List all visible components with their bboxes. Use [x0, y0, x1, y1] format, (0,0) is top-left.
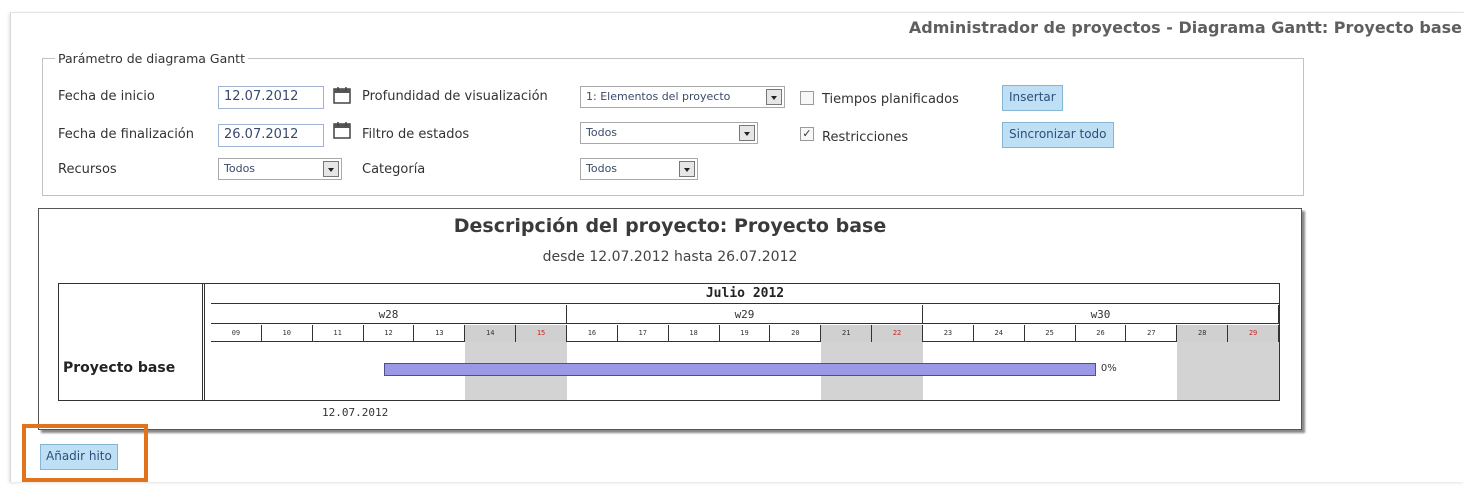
end-date-label: Fecha de finalización	[58, 127, 194, 142]
chart-subtitle: desde 12.07.2012 hasta 26.07.2012	[542, 249, 798, 265]
row-name: Proyecto base	[63, 360, 176, 376]
planned-times-checkbox[interactable]	[800, 91, 814, 105]
day-cell: 22	[872, 325, 923, 342]
depth-select[interactable]: 1: Elementos del proyecto	[580, 86, 785, 108]
chevron-down-icon[interactable]	[766, 89, 782, 105]
resources-label: Recursos	[58, 162, 117, 177]
resources-select-value: Todos	[224, 162, 256, 175]
day-cell: 12	[364, 325, 415, 342]
day-cell: 11	[313, 325, 364, 342]
parameters-legend: Parámetro de diagrama Gantt	[55, 51, 248, 66]
chevron-down-icon[interactable]	[679, 161, 695, 177]
week-cell: w30	[923, 305, 1279, 324]
resources-select[interactable]: Todos	[218, 158, 342, 180]
day-cell: 17	[618, 325, 669, 342]
day-cell: 29	[1228, 325, 1279, 342]
row-name-cell: Proyecto base	[59, 284, 205, 400]
gantt-chart: Proyecto base Julio 2012 w28 w29 w30 09 10 1…	[58, 283, 1280, 401]
depth-select-value: 1: Elementos del proyecto	[586, 90, 731, 103]
category-label: Categoría	[362, 162, 426, 177]
page-title: Administrador de proyectos - Diagrama Ga…	[908, 18, 1462, 37]
day-cell: 18	[669, 325, 720, 342]
day-cell: 13	[414, 325, 466, 342]
day-cell: 16	[567, 325, 618, 342]
sync-all-button[interactable]: Sincronizar todo	[1002, 122, 1114, 148]
status-filter-label: Filtro de estados	[362, 127, 470, 142]
day-cell: 09	[211, 325, 262, 342]
chevron-down-icon[interactable]	[323, 161, 339, 177]
add-milestone-button[interactable]: Añadir hito	[40, 444, 118, 470]
weekend-shade	[1177, 342, 1279, 400]
insert-button[interactable]: Insertar	[1002, 85, 1063, 111]
restrictions-label: Restricciones	[822, 130, 909, 145]
category-select-value: Todos	[586, 162, 618, 175]
status-filter-select[interactable]: Todos	[580, 122, 758, 144]
planned-times-label: Tiempos planificados	[822, 92, 959, 107]
depth-label: Profundidad de visualización	[362, 89, 548, 104]
day-header: 09 10 11 12 13 14 15 16 17 18 19 20 21 22 23 24 25 26 27 28…	[211, 325, 1279, 342]
week-cell: w28	[211, 305, 567, 324]
day-cell: 14	[465, 325, 517, 342]
day-cell: 28	[1177, 325, 1229, 342]
day-cell: 23	[923, 325, 974, 342]
bar-start-date-label: 12.07.2012	[322, 406, 389, 419]
chevron-down-icon[interactable]	[739, 125, 755, 141]
week-header: w28 w29 w30	[211, 305, 1279, 324]
start-date-label: Fecha de inicio	[58, 89, 155, 104]
status-filter-value: Todos	[586, 126, 618, 139]
week-cell: w29	[567, 305, 923, 324]
day-cell: 25	[1025, 325, 1076, 342]
day-cell: 24	[974, 325, 1025, 342]
day-cell: 27	[1126, 325, 1178, 342]
gantt-bar-percent: 0%	[1100, 363, 1117, 374]
category-select[interactable]: Todos	[580, 158, 698, 180]
start-date-input[interactable]: 12.07.2012	[218, 86, 324, 109]
day-cell: 19	[720, 325, 771, 342]
day-cell: 10	[262, 325, 313, 342]
chart-title: Descripción del proyecto: Proyecto base	[453, 215, 887, 237]
calendar-icon[interactable]	[332, 120, 352, 140]
calendar-icon[interactable]	[332, 85, 352, 105]
day-cell: 26	[1076, 325, 1127, 342]
gantt-bar[interactable]	[383, 363, 1096, 376]
restrictions-checkbox[interactable]: ✓	[800, 127, 814, 141]
day-cell: 20	[770, 325, 822, 342]
month-header: Julio 2012	[211, 284, 1279, 304]
day-cell: 15	[516, 325, 567, 342]
end-date-input[interactable]: 26.07.2012	[218, 124, 324, 147]
day-cell: 21	[821, 325, 873, 342]
